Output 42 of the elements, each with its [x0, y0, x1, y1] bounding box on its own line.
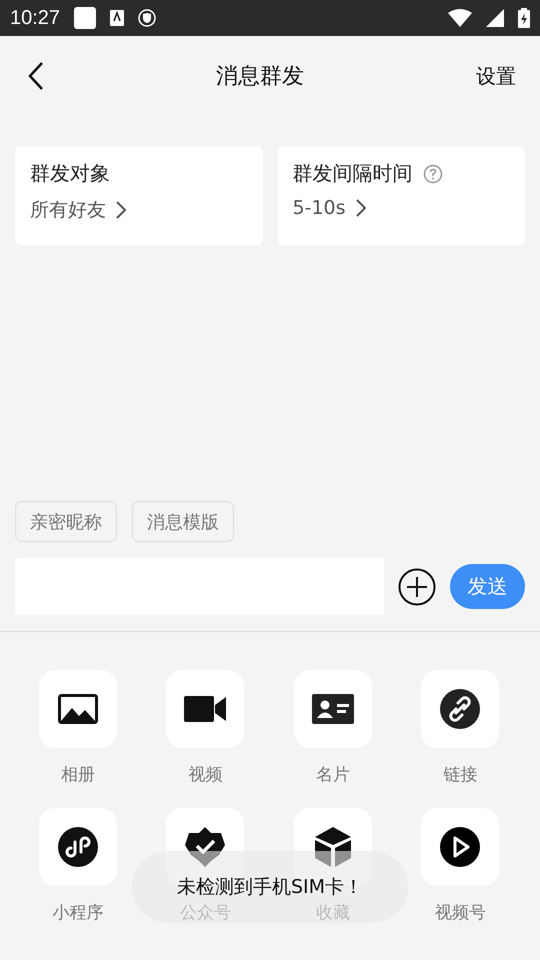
tool-label: 小程序	[52, 902, 104, 924]
play-icon	[440, 827, 480, 867]
card-value: 5-10s	[292, 197, 346, 219]
link-icon	[440, 689, 480, 729]
image-icon	[58, 694, 98, 724]
setting-card[interactable]: 群发对象 所有好友	[15, 146, 262, 245]
tool-label: 视频号	[434, 902, 486, 924]
tool-tile[interactable]	[421, 808, 500, 886]
tool-tile[interactable]	[421, 670, 500, 748]
tool-tile[interactable]	[166, 670, 244, 748]
status-time: 10:27	[10, 6, 60, 30]
tool-tile[interactable]	[38, 808, 117, 886]
tool-label: 链接	[443, 764, 478, 786]
wifi-icon	[448, 9, 472, 27]
shield-icon	[138, 9, 156, 27]
back-icon[interactable]	[28, 62, 44, 90]
card-title: 群发对象	[30, 160, 110, 187]
page-title: 消息群发	[216, 63, 304, 91]
mini-program-icon	[58, 827, 98, 867]
contact-card-icon	[312, 694, 354, 724]
tool-tile[interactable]	[38, 670, 117, 748]
tool-label: 视频	[188, 764, 222, 786]
battery-icon	[518, 8, 530, 28]
tool-label: 相册	[60, 764, 95, 786]
cube-icon	[314, 827, 351, 867]
chevron-right-icon	[356, 199, 366, 217]
tool-tile[interactable]	[294, 670, 372, 748]
signal-icon	[486, 9, 504, 27]
card-title: 群发间隔时间	[292, 160, 412, 187]
video-camera-icon	[184, 696, 226, 722]
keyboard-notification-icon	[110, 10, 124, 26]
settings-link[interactable]: 设置	[476, 62, 516, 90]
app-notification-icon	[74, 7, 96, 29]
badge-check-icon	[185, 827, 226, 867]
help-icon[interactable]	[422, 164, 442, 184]
add-icon[interactable]	[398, 568, 436, 606]
tool-label: 名片	[316, 764, 350, 786]
quick-insert-chip[interactable]: 消息模版	[132, 501, 234, 542]
quick-insert-chip[interactable]: 亲密昵称	[15, 501, 117, 542]
chevron-right-icon	[116, 201, 126, 219]
card-value: 所有好友	[30, 198, 106, 223]
setting-card[interactable]: 群发间隔时间 5-10s	[278, 146, 525, 245]
